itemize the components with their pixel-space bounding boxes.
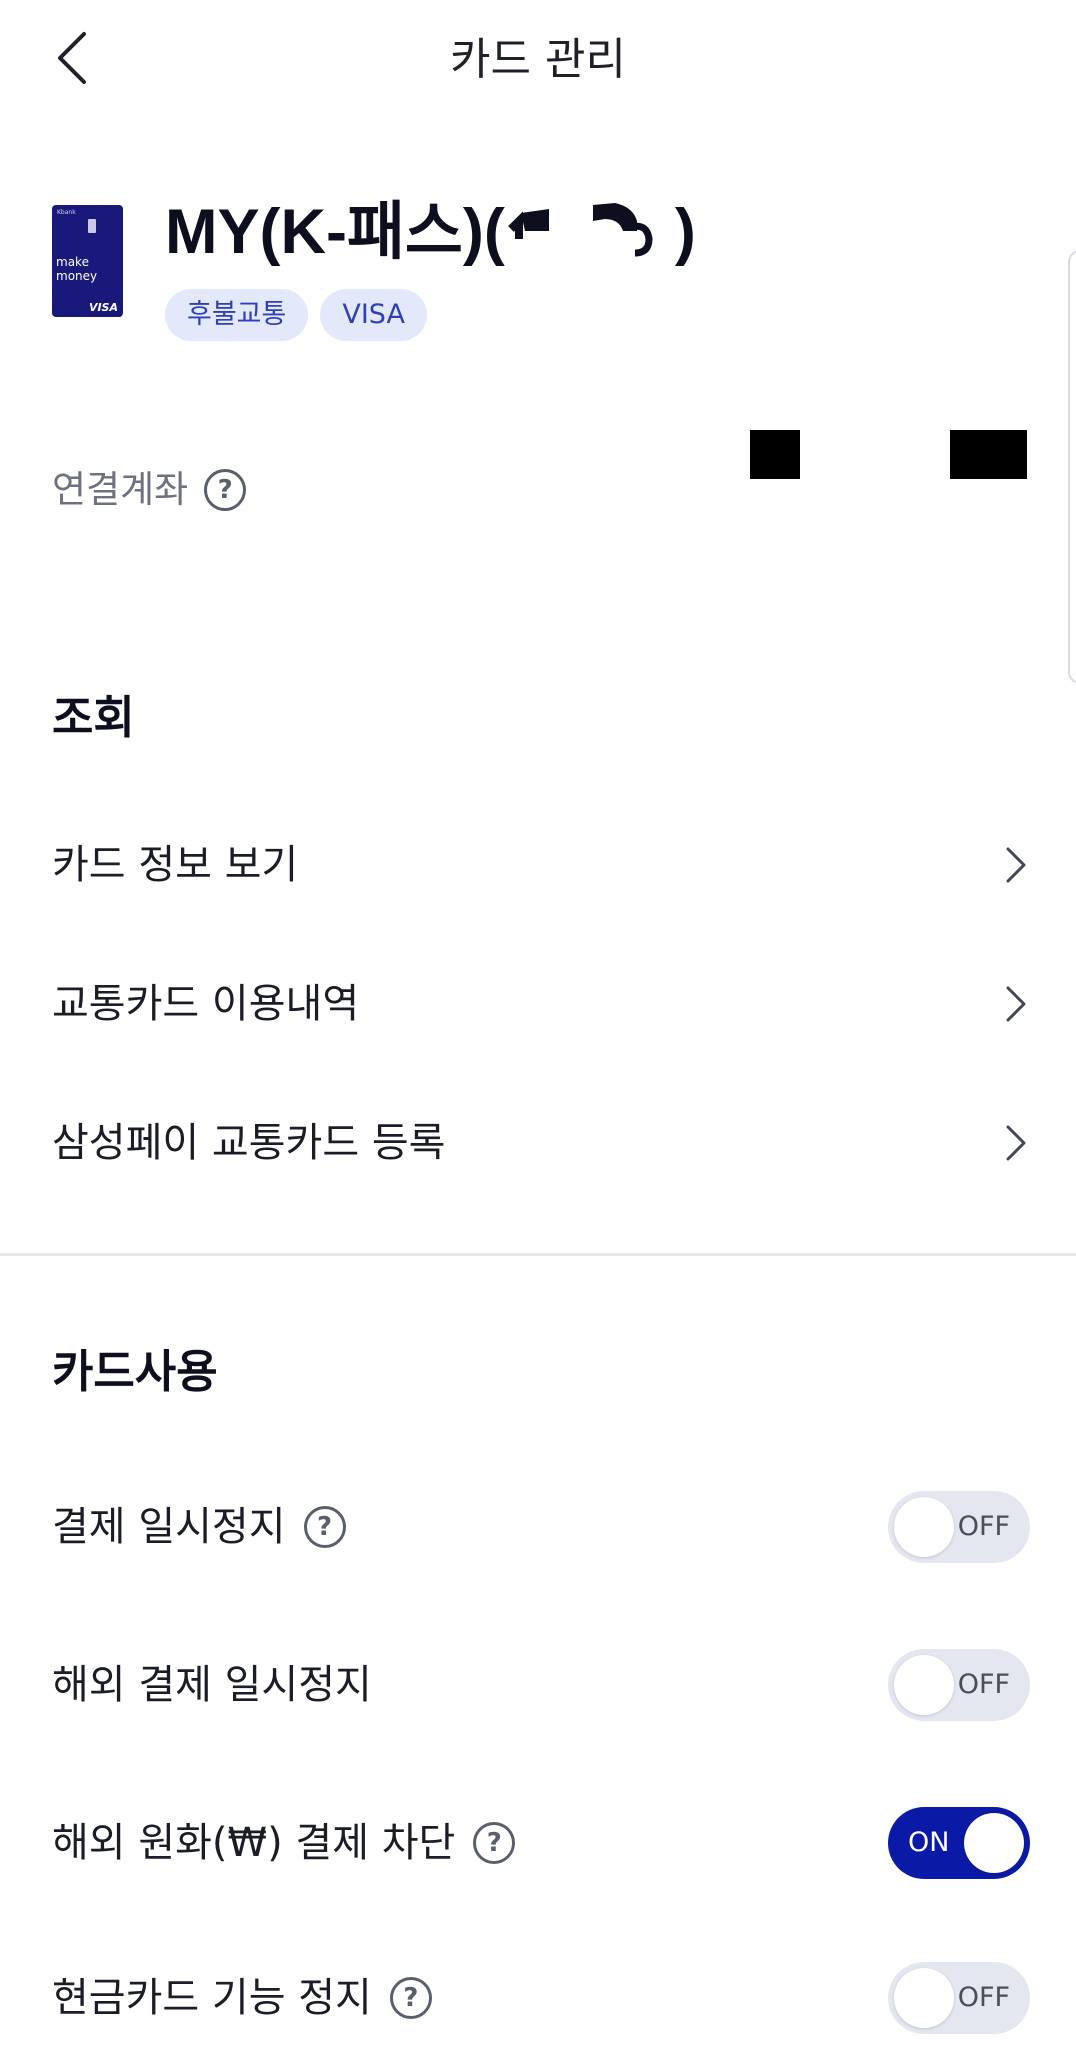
- card-name-masked-part: [505, 201, 675, 271]
- toggle-label-group: 해외 결제 일시정지: [52, 1657, 372, 1713]
- toggle-label-group: 결제 일시정지 ?: [52, 1499, 346, 1555]
- help-icon[interactable]: ?: [303, 1506, 346, 1548]
- menu-item-card-info[interactable]: 카드 정보 보기: [52, 815, 1034, 915]
- redacted-block: [750, 430, 800, 479]
- help-icon[interactable]: ?: [473, 1822, 516, 1864]
- tag-postpaid-transit: 후불교통: [165, 289, 309, 341]
- card-image: Kbank make money VISA: [52, 205, 123, 317]
- card-network-logo: VISA: [88, 301, 118, 314]
- card-brand-text: Kbank: [57, 209, 76, 216]
- overseas-krw-block-toggle[interactable]: ON: [888, 1807, 1030, 1879]
- toggle-knob: [894, 1655, 954, 1715]
- toggle-label: 현금카드 기능 정지: [52, 1975, 372, 2021]
- card-name-text: MY(K-패스)(: [165, 197, 505, 267]
- toggle-knob: [894, 1968, 954, 2028]
- top-bar: 카드 관리: [0, 0, 1076, 120]
- help-icon[interactable]: ?: [389, 1977, 432, 2019]
- card-tags: 후불교통 VISA: [165, 289, 427, 341]
- menu-item-samsung-pay-transit[interactable]: 삼성페이 교통카드 등록: [52, 1093, 1034, 1193]
- menu-item-transit-history[interactable]: 교통카드 이용내역: [52, 954, 1034, 1054]
- card-name: MY(K-패스)( ): [165, 192, 696, 272]
- overlay-panel-edge: [1068, 250, 1076, 684]
- toggle-label: 해외 원화(₩) 결제 차단: [52, 1820, 456, 1866]
- menu-item-label: 삼성페이 교통카드 등록: [52, 1120, 446, 1166]
- help-icon[interactable]: ?: [204, 469, 247, 511]
- toggle-knob: [964, 1813, 1024, 1873]
- overseas-payment-pause-toggle[interactable]: OFF: [888, 1649, 1030, 1721]
- toggle-row-overseas-payment-pause: 해외 결제 일시정지 OFF: [52, 1630, 1030, 1740]
- toggle-state: OFF: [957, 1982, 1010, 2013]
- tag-visa: VISA: [320, 289, 427, 341]
- toggle-label-group: 해외 원화(₩) 결제 차단 ?: [52, 1815, 516, 1871]
- section-divider: [0, 1253, 1076, 1256]
- toggle-row-payment-pause: 결제 일시정지 ? OFF: [52, 1472, 1030, 1582]
- section-title-inquiry: 조회: [52, 691, 135, 744]
- section-title-card-usage: 카드사용: [52, 1345, 218, 1398]
- chevron-right-icon: [998, 847, 1034, 883]
- card-name-close-paren: ): [674, 197, 696, 267]
- toggle-label: 결제 일시정지: [52, 1504, 286, 1550]
- toggle-label: 해외 결제 일시정지: [52, 1662, 372, 1708]
- toggle-knob: [894, 1497, 954, 1557]
- card-chip: [88, 219, 96, 233]
- chevron-right-icon: [998, 1125, 1034, 1161]
- toggle-state: ON: [908, 1827, 950, 1858]
- chevron-right-icon: [998, 986, 1034, 1022]
- redacted-block: [950, 430, 1027, 479]
- toggle-row-overseas-krw-block: 해외 원화(₩) 결제 차단 ? ON: [52, 1788, 1030, 1898]
- toggle-row-cash-card-stop: 현금카드 기능 정지 ? OFF: [52, 1943, 1030, 2053]
- toggle-state: OFF: [957, 1669, 1010, 1700]
- cash-card-stop-toggle[interactable]: OFF: [888, 1962, 1030, 2034]
- menu-item-label: 교통카드 이용내역: [52, 981, 360, 1027]
- linked-account-label: 연결계좌: [52, 468, 189, 511]
- toggle-label-group: 현금카드 기능 정지 ?: [52, 1970, 432, 2026]
- page-title: 카드 관리: [450, 34, 626, 85]
- linked-account-row: 연결계좌 ?: [52, 462, 247, 518]
- toggle-state: OFF: [957, 1511, 1010, 1542]
- payment-pause-toggle[interactable]: OFF: [888, 1491, 1030, 1563]
- card-tagline: make money: [56, 255, 98, 283]
- menu-item-label: 카드 정보 보기: [52, 842, 299, 888]
